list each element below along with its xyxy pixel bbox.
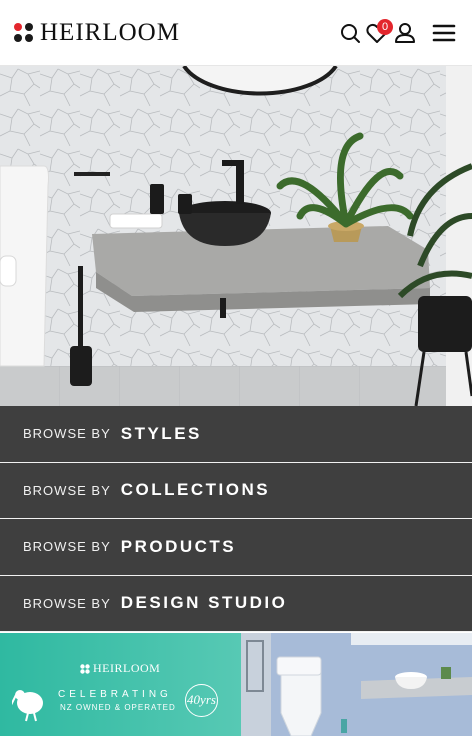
browse-menu: BROWSE BY STYLES BROWSE BY COLLECTIONS B… — [0, 406, 472, 632]
hero-image — [0, 66, 472, 406]
browse-prefix: BROWSE BY — [23, 482, 111, 498]
anniversary-banner[interactable]: HEIRLOOM CELEBRATING NZ OWNED & OPERATED… — [0, 633, 241, 736]
menu-icon[interactable] — [431, 20, 457, 46]
browse-collections-link[interactable]: BROWSE BY COLLECTIONS — [0, 462, 472, 519]
browse-label: PRODUCTS — [120, 536, 237, 556]
browse-prefix: BROWSE BY — [23, 539, 111, 555]
browse-design-studio-link[interactable]: BROWSE BY DESIGN STUDIO — [0, 575, 472, 632]
browse-label: STYLES — [120, 423, 202, 443]
browse-prefix: BROWSE BY — [23, 426, 111, 442]
wishlist-count-badge: 0 — [377, 19, 393, 35]
browse-prefix: BROWSE BY — [23, 595, 111, 611]
brand-name: HEIRLOOM — [40, 19, 180, 46]
search-icon[interactable] — [338, 20, 364, 46]
logo-mark-icon — [14, 23, 34, 43]
banner-logo: HEIRLOOM — [80, 661, 160, 676]
promo-banners: HEIRLOOM CELEBRATING NZ OWNED & OPERATED… — [0, 633, 472, 736]
browse-label: COLLECTIONS — [120, 480, 271, 500]
banner-brand: HEIRLOOM — [93, 661, 161, 675]
site-header: HEIRLOOM 0 — [0, 0, 472, 66]
user-icon[interactable] — [392, 20, 418, 46]
bathroom-image — [241, 633, 472, 736]
anniversary-badge: 40yrs — [185, 684, 218, 717]
bathroom-banner[interactable] — [241, 633, 472, 736]
banner-celebrating: CELEBRATING — [58, 689, 172, 700]
kiwi-bird-icon — [12, 690, 43, 722]
banner-nz-owned: NZ OWNED & OPERATED — [60, 703, 176, 712]
browse-products-link[interactable]: BROWSE BY PRODUCTS — [0, 519, 472, 576]
logo-mark-icon — [80, 663, 90, 674]
brand-logo[interactable]: HEIRLOOM — [14, 20, 180, 46]
browse-label: DESIGN STUDIO — [120, 593, 288, 613]
browse-styles-link[interactable]: BROWSE BY STYLES — [0, 406, 472, 463]
hero-carousel[interactable] — [0, 66, 472, 406]
